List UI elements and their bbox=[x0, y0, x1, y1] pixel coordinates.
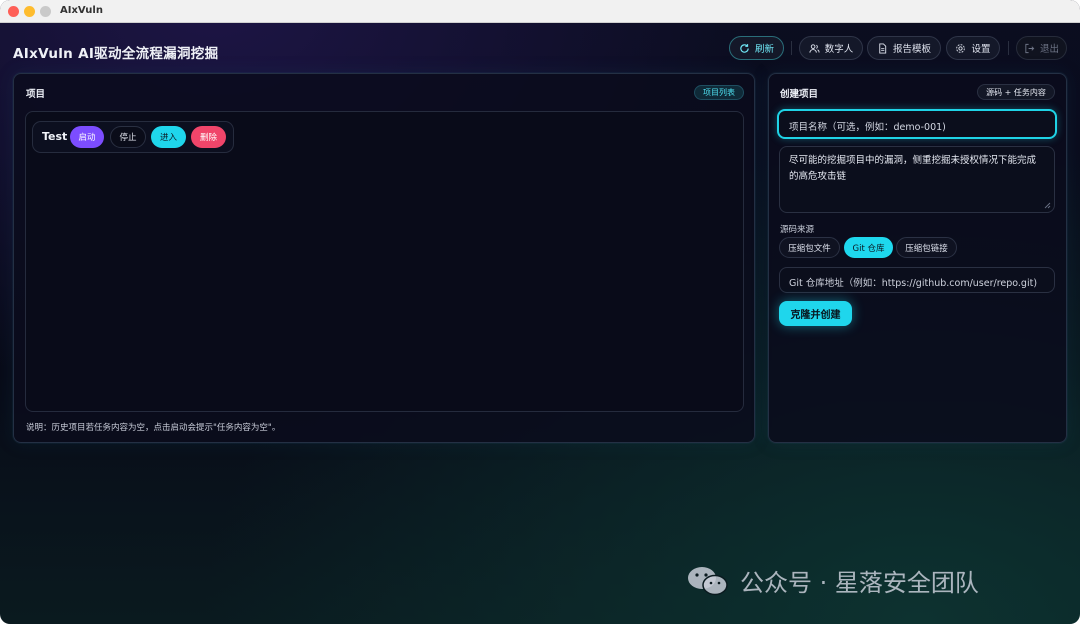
start-button[interactable]: 启动 bbox=[70, 126, 104, 148]
watermark: 公众号 · 星落安全团队 bbox=[686, 563, 979, 598]
users-icon bbox=[809, 43, 820, 54]
source-option-git-repo[interactable]: Git 仓库 bbox=[844, 237, 893, 258]
logout-label: 退出 bbox=[1039, 44, 1059, 55]
app-window: AIxVuln AIxVuln AI驱动全流程漏洞挖掘 刷新 数字人 报告模板 … bbox=[0, 0, 1080, 624]
window-title: AIxVuln bbox=[60, 5, 103, 16]
stop-button[interactable]: 停止 bbox=[110, 126, 146, 148]
title-bar: AIxVuln bbox=[0, 0, 1080, 23]
settings-button[interactable]: 设置 bbox=[946, 36, 1000, 60]
project-card: Test 启动 停止 进入 删除 bbox=[32, 121, 234, 153]
projects-note: 说明：历史项目若任务内容为空，点击启动会提示"任务内容为空"。 bbox=[26, 423, 281, 433]
close-window-button[interactable] bbox=[8, 6, 19, 17]
source-label: 源码来源 bbox=[780, 225, 815, 235]
watermark-text: 公众号 · 星落安全团队 bbox=[740, 569, 979, 597]
logout-button[interactable]: 退出 bbox=[1016, 36, 1067, 60]
project-name-placeholder: 项目名称（可选，例如：demo-001) bbox=[789, 122, 946, 133]
refresh-label: 刷新 bbox=[754, 44, 774, 55]
project-list-tag: 项目列表 bbox=[694, 85, 744, 100]
header-divider bbox=[1008, 41, 1009, 55]
report-template-label: 报告模板 bbox=[892, 44, 931, 55]
zoom-window-button[interactable] bbox=[40, 6, 51, 17]
report-template-button[interactable]: 报告模板 bbox=[867, 36, 941, 60]
enter-button[interactable]: 进入 bbox=[151, 126, 186, 148]
settings-label: 设置 bbox=[971, 44, 991, 55]
projects-panel-title: 项目 bbox=[26, 89, 46, 100]
digital-human-label: 数字人 bbox=[824, 44, 854, 55]
task-content-text: 尽可能的挖掘项目中的漏洞，侧重挖掘未授权情况下能完成的高危攻击链 bbox=[789, 155, 1037, 182]
wechat-icon bbox=[688, 566, 728, 595]
logout-icon bbox=[1024, 43, 1035, 54]
document-icon bbox=[877, 42, 888, 54]
clone-and-create-button[interactable]: 克隆并创建 bbox=[779, 301, 852, 326]
source-option-zip-file[interactable]: 压缩包文件 bbox=[779, 237, 840, 258]
git-url-input[interactable]: Git 仓库地址（例如：https://github.com/user/repo… bbox=[779, 267, 1055, 293]
source-option-zip-link[interactable]: 压缩包链接 bbox=[896, 237, 957, 258]
project-name-input[interactable]: 项目名称（可选，例如：demo-001) bbox=[777, 109, 1057, 139]
gear-icon bbox=[955, 43, 966, 54]
source-task-tag: 源码 + 任务内容 bbox=[977, 84, 1055, 100]
minimize-window-button[interactable] bbox=[24, 6, 35, 17]
create-panel-title: 创建项目 bbox=[780, 89, 819, 100]
project-name: Test bbox=[42, 130, 68, 143]
refresh-button[interactable]: 刷新 bbox=[729, 36, 784, 60]
git-url-placeholder: Git 仓库地址（例如：https://github.com/user/repo… bbox=[789, 278, 1038, 289]
header-divider bbox=[791, 41, 792, 55]
task-content-textarea[interactable]: 尽可能的挖掘项目中的漏洞，侧重挖掘未授权情况下能完成的高危攻击链 bbox=[779, 146, 1055, 213]
resize-handle-icon[interactable] bbox=[1044, 202, 1051, 209]
delete-button[interactable]: 删除 bbox=[191, 126, 226, 148]
app-title: AIxVuln AI驱动全流程漏洞挖掘 bbox=[13, 46, 219, 62]
digital-human-button[interactable]: 数字人 bbox=[799, 36, 863, 60]
refresh-icon bbox=[739, 43, 750, 54]
project-list-area bbox=[25, 111, 744, 412]
